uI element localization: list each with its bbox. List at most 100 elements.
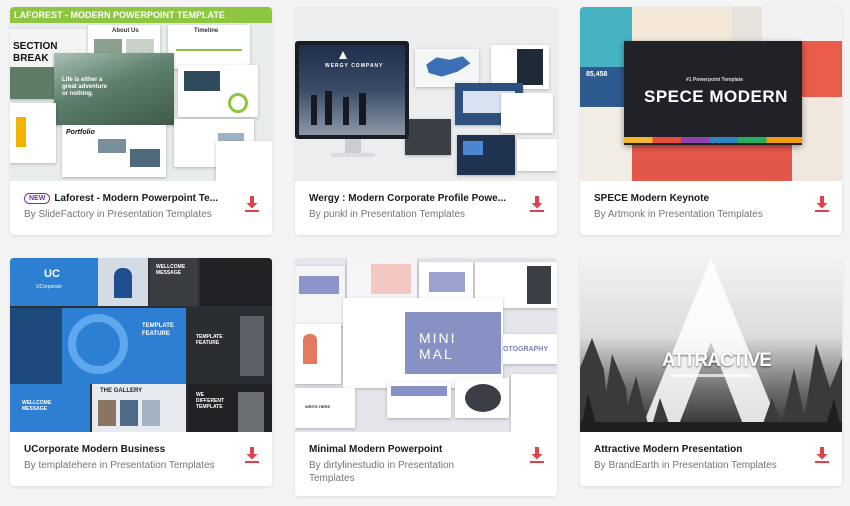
download-icon[interactable] — [529, 195, 545, 213]
small-title: #1 Powerpoint Template — [686, 77, 744, 83]
author-link[interactable]: Artmonk — [608, 209, 645, 220]
slide — [517, 139, 557, 171]
by-label: By — [309, 460, 321, 471]
tile — [98, 258, 148, 306]
download-icon[interactable] — [244, 195, 260, 213]
section-text: SECTION — [13, 41, 58, 52]
welcome-text: WELLCOME MESSAGE — [156, 264, 186, 276]
slide — [295, 266, 345, 326]
slide — [455, 378, 509, 418]
in-label: in — [96, 209, 105, 220]
in-label: in — [99, 460, 108, 471]
template-card[interactable]: WERGY COMPANY Wergy : Modern Corporate P… — [295, 7, 557, 235]
template-thumbnail[interactable]: UC UCorporate WELLCOME MESSAGE TEMPLATE … — [10, 258, 272, 432]
author-link[interactable]: BrandEarth — [608, 460, 659, 471]
template-thumbnail[interactable]: ATTRACTIVE — [580, 258, 842, 432]
tile: WELLCOME MESSAGE — [10, 384, 90, 432]
tile — [632, 7, 732, 41]
slide: OTOGRAPHY — [503, 334, 557, 364]
template-card[interactable]: MINI MAL OTOGRAPHY WRITE HERE Minimal Mo… — [295, 258, 557, 496]
brand-text: UCorporate — [36, 284, 62, 290]
different-text: WE DIFFERENT TEMPLATE — [196, 392, 225, 410]
in-label: in — [661, 460, 670, 471]
template-thumbnail[interactable]: 85,458 #1 Powerpoint Template SPECE MODE… — [580, 7, 842, 181]
card-meta: By punkl in Presentation Templates — [309, 208, 519, 221]
in-label: in — [647, 209, 656, 220]
slide — [405, 119, 451, 155]
download-icon[interactable] — [814, 446, 830, 464]
uc-logo: UC — [44, 268, 60, 280]
slide: Portfolio — [62, 125, 166, 177]
banner-text: LAFOREST - MODERN POWERPOINT TEMPLATE — [14, 10, 225, 20]
slide — [501, 93, 553, 133]
template-card[interactable]: UC UCorporate WELLCOME MESSAGE TEMPLATE … — [10, 258, 272, 486]
monitor-stand — [345, 139, 361, 153]
slide: WRITE HERE — [295, 388, 355, 428]
download-icon[interactable] — [244, 446, 260, 464]
template-card[interactable]: LAFOREST - MODERN POWERPOINT TEMPLATE SE… — [10, 7, 272, 235]
tile: THE GALLERY — [92, 384, 186, 432]
slide — [178, 65, 258, 117]
banner: LAFOREST - MODERN POWERPOINT TEMPLATE — [10, 7, 272, 23]
subtitle-line — [672, 374, 752, 377]
by-label: By — [309, 209, 321, 220]
big-title: SPECE MODERN — [644, 87, 788, 106]
author-link[interactable]: templatehere — [38, 460, 96, 471]
card-meta: By Artmonk in Presentation Templates — [594, 208, 804, 221]
category-link[interactable]: Presentation Templates — [672, 460, 776, 471]
tagline-text: Life is either a great adventure or noth… — [62, 77, 108, 97]
template-card[interactable]: ATTRACTIVE Attractive Modern Presentatio… — [580, 258, 842, 486]
category-link[interactable]: Presentation Templates — [110, 460, 214, 471]
mal-text: MAL — [419, 346, 454, 362]
card-title[interactable]: Minimal Modern Powerpoint — [309, 444, 519, 456]
company-text: WERGY COMPANY — [325, 63, 384, 69]
card-meta: By templatehere in Presentation Template… — [24, 459, 234, 472]
feature-text: TEMPLATE FEATURE — [142, 323, 174, 337]
tile: TEMPLATE FEATURE — [188, 308, 272, 384]
template-thumbnail[interactable]: LAFOREST - MODERN POWERPOINT TEMPLATE SE… — [10, 7, 272, 181]
template-thumbnail[interactable]: MINI MAL OTOGRAPHY WRITE HERE — [295, 258, 557, 432]
category-link[interactable]: Presentation Templates — [659, 209, 763, 220]
card-title-text[interactable]: Laforest - Modern Powerpoint Te... — [54, 193, 218, 204]
stat-text: 85,458 — [586, 71, 608, 78]
tile: UC UCorporate — [10, 258, 98, 306]
template-thumbnail[interactable]: WERGY COMPANY — [295, 7, 557, 181]
template-text: TEMPLATE FEATURE — [196, 334, 223, 346]
by-label: By — [594, 460, 606, 471]
category-link[interactable]: Presentation Templates — [107, 209, 211, 220]
author-link[interactable]: dirtylinestudio — [323, 460, 384, 471]
slide — [387, 382, 451, 418]
tile — [732, 7, 762, 41]
slide — [295, 324, 341, 384]
mini-text: MINI — [419, 330, 457, 346]
download-icon[interactable] — [529, 446, 545, 464]
in-label: in — [387, 460, 396, 471]
author-link[interactable]: punkl — [323, 209, 347, 220]
slide: Life is either a great adventure or noth… — [54, 53, 174, 125]
card-title[interactable]: Wergy : Modern Corporate Profile Powe... — [309, 193, 519, 205]
slide — [457, 135, 515, 175]
break-text: BREAK — [13, 53, 49, 64]
slide — [415, 49, 479, 87]
tile: TEMPLATE FEATURE — [62, 308, 186, 384]
download-icon[interactable] — [814, 195, 830, 213]
tile — [762, 7, 842, 41]
monitor: WERGY COMPANY — [295, 41, 409, 139]
attractive-text: ATTRACTIVE — [662, 350, 772, 371]
card-title[interactable]: SPECE Modern Keynote — [594, 193, 804, 205]
tile: WELLCOME MESSAGE — [150, 258, 198, 306]
author-link[interactable]: SlideFactory — [38, 209, 94, 220]
gallery-text: THE GALLERY — [100, 388, 143, 394]
slide — [347, 258, 417, 298]
write-here-text: WRITE HERE — [305, 404, 331, 409]
template-card[interactable]: 85,458 #1 Powerpoint Template SPECE MODE… — [580, 7, 842, 235]
card-title[interactable]: Attractive Modern Presentation — [594, 444, 804, 456]
photography-text: OTOGRAPHY — [503, 346, 548, 353]
card-title[interactable]: NEW Laforest - Modern Powerpoint Te... — [24, 193, 234, 205]
category-link[interactable]: Presentation Templates — [361, 209, 465, 220]
card-meta: By SlideFactory in Presentation Template… — [24, 208, 234, 221]
in-label: in — [350, 209, 358, 220]
monitor-base — [331, 153, 375, 157]
by-label: By — [594, 209, 606, 220]
card-title[interactable]: UCorporate Modern Business — [24, 444, 234, 456]
